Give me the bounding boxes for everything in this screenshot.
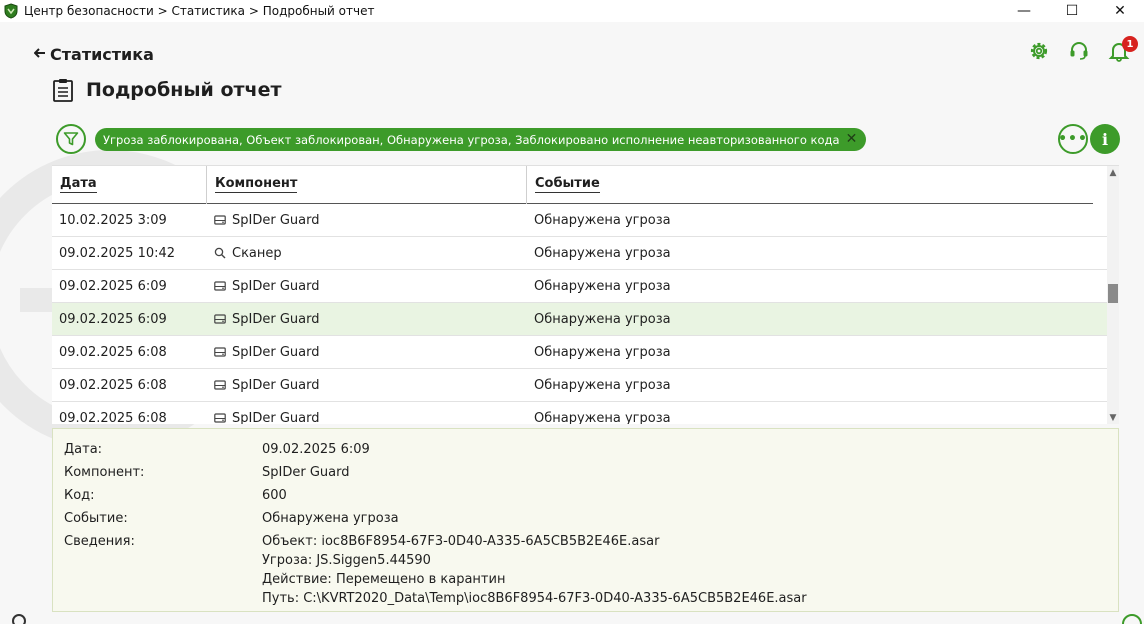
drive-icon — [214, 379, 226, 391]
table-row[interactable]: 09.02.2025 10:42 Сканер Обнаружена угроза — [52, 237, 1107, 270]
column-header-date[interactable]: Дата — [52, 166, 207, 204]
detail-info-action: Действие: Перемещено в карантин — [262, 572, 506, 587]
back-link[interactable]: Статистика — [33, 45, 154, 64]
close-button[interactable]: ✕ — [1096, 0, 1144, 22]
more-options-button[interactable]: ••• — [1058, 124, 1088, 154]
cell-date: 09.02.2025 10:42 — [59, 245, 176, 261]
drive-icon — [214, 214, 226, 226]
window-title: Центр безопасности > Статистика > Подроб… — [24, 4, 375, 18]
drive-icon — [214, 313, 226, 325]
detail-info-threat: Угроза: JS.Siggen5.44590 — [262, 553, 431, 568]
app-logo-icon — [2, 2, 20, 20]
detail-date-value: 09.02.2025 6:09 — [262, 442, 370, 457]
minimize-button[interactable]: — — [1000, 0, 1048, 22]
detail-date-label: Дата: — [64, 442, 103, 457]
clear-filter-icon[interactable]: ✕ — [844, 131, 860, 147]
cell-event: Обнаружена угроза — [534, 344, 671, 360]
detail-info-object: Объект: ioc8B6F8954-67F3-0D40-A335-6A5CB… — [262, 534, 660, 549]
cell-date: 09.02.2025 6:09 — [59, 278, 167, 294]
notifications-button[interactable]: 1 — [1108, 36, 1138, 62]
detail-info-label: Сведения: — [64, 534, 135, 549]
status-indicator-icon — [1122, 614, 1142, 624]
filter-icon — [63, 132, 79, 146]
filter-button[interactable] — [56, 124, 86, 154]
detail-code-label: Код: — [64, 488, 95, 503]
notification-badge: 1 — [1122, 36, 1138, 52]
back-arrow-icon — [33, 47, 46, 63]
cell-component-label: SpIDer Guard — [232, 377, 320, 393]
detail-event-value: Обнаружена угроза — [262, 511, 399, 526]
drive-icon — [214, 346, 226, 358]
detail-event-label: Событие: — [64, 511, 128, 526]
cell-component: SpIDer Guard — [207, 279, 527, 294]
event-details-panel: Дата: 09.02.2025 6:09 Компонент: SpIDer … — [52, 428, 1119, 612]
table-row[interactable]: 10.02.2025 3:09 SpIDer Guard Обнаружена уг… — [52, 204, 1107, 237]
cell-component-label: SpIDer Guard — [232, 278, 320, 294]
drive-icon — [214, 412, 226, 424]
table-row[interactable]: 09.02.2025 6:09 SpIDer Guard Обнаружена уг… — [52, 303, 1107, 336]
cell-component-label: SpIDer Guard — [232, 311, 320, 327]
filter-chip-label: Угроза заблокирована, Объект заблокирова… — [103, 132, 840, 147]
scrollbar-thumb[interactable] — [1108, 284, 1118, 303]
table-row[interactable]: 09.02.2025 6:09 SpIDer Guard Обнаружена уг… — [52, 270, 1107, 303]
title-bar: Центр безопасности > Статистика > Подроб… — [0, 0, 1144, 22]
info-icon: i — [1101, 129, 1109, 149]
cell-component: SpIDer Guard — [207, 213, 527, 228]
scroll-down-arrow-icon[interactable]: ▼ — [1107, 411, 1119, 424]
drive-icon — [214, 280, 226, 292]
cell-date: 09.02.2025 6:09 — [59, 311, 167, 327]
cell-component: SpIDer Guard — [207, 312, 527, 327]
clipboard-report-icon — [53, 79, 73, 102]
table-row[interactable]: 09.02.2025 6:08 SpIDer Guard Обнаружена уг… — [52, 336, 1107, 369]
page-title: Подробный отчет — [86, 79, 282, 101]
cell-component: SpIDer Guard — [207, 345, 527, 360]
cell-component-label: Сканер — [232, 245, 282, 261]
cell-event: Обнаружена угроза — [534, 212, 671, 228]
more-dots-icon: ••• — [1058, 131, 1088, 147]
cell-event: Обнаружена угроза — [534, 245, 671, 261]
user-icon[interactable] — [12, 614, 26, 624]
events-table: Дата Компонент Событие 10.02.2025 3:09 Sp… — [52, 165, 1119, 424]
detail-component-value: SpIDer Guard — [262, 465, 350, 480]
info-button[interactable]: i — [1090, 124, 1120, 154]
filter-chip: Угроза заблокирована, Объект заблокирова… — [95, 128, 866, 151]
detail-component-label: Компонент: — [64, 465, 145, 480]
table-row[interactable]: 09.02.2025 6:08 SpIDer Guard Обнаружена уг… — [52, 369, 1107, 402]
table-header: Дата Компонент Событие — [52, 166, 1093, 204]
detail-info-path: Путь: C:\KVRT2020_Data\Temp\ioc8B6F8954-… — [262, 591, 807, 606]
cell-event: Обнаружена угроза — [534, 311, 671, 327]
headset-icon — [1070, 42, 1088, 60]
cell-component: SpIDer Guard — [207, 378, 527, 393]
cell-component: SpIDer Guard — [207, 410, 527, 425]
column-header-event[interactable]: Событие — [527, 166, 1093, 204]
gear-icon — [1030, 42, 1048, 60]
column-header-component[interactable]: Компонент — [207, 166, 527, 204]
cell-event: Обнаружена угроза — [534, 278, 671, 294]
settings-button[interactable] — [1028, 40, 1050, 62]
cell-date: 09.02.2025 6:08 — [59, 344, 167, 360]
back-link-label: Статистика — [50, 45, 154, 64]
search-icon — [214, 247, 226, 259]
cell-event: Обнаружена угроза — [534, 377, 671, 393]
maximize-button[interactable]: ☐ — [1048, 0, 1096, 22]
cell-component-label: SpIDer Guard — [232, 212, 320, 228]
cell-component-label: SpIDer Guard — [232, 344, 320, 360]
scroll-up-arrow-icon[interactable]: ▲ — [1107, 166, 1119, 180]
cell-component: Сканер — [207, 246, 527, 261]
cell-date: 09.02.2025 6:08 — [59, 410, 167, 425]
table-row[interactable]: 09.02.2025 6:08 SpIDer Guard Обнаружена уг… — [52, 402, 1107, 425]
detail-code-value: 600 — [262, 488, 287, 503]
cell-date: 10.02.2025 3:09 — [59, 212, 167, 228]
table-scrollbar[interactable]: ▲ ▼ — [1107, 166, 1119, 424]
cell-event: Обнаружена угроза — [534, 410, 671, 425]
cell-component-label: SpIDer Guard — [232, 410, 320, 425]
detail-info-value: Объект: ioc8B6F8954-67F3-0D40-A335-6A5CB… — [262, 530, 807, 608]
cell-date: 09.02.2025 6:08 — [59, 377, 167, 393]
support-button[interactable] — [1068, 40, 1090, 62]
